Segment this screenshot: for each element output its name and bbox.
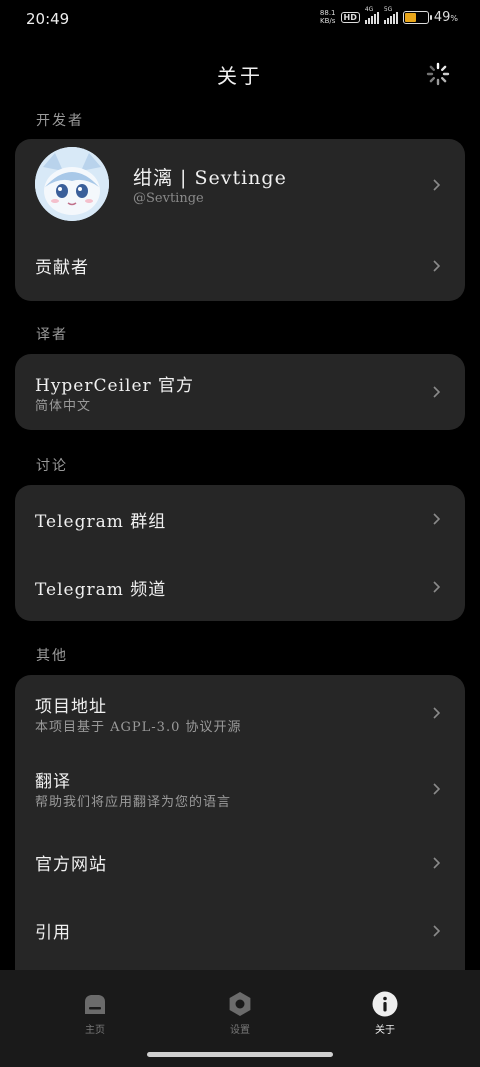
nav-item-about[interactable]: 关于 xyxy=(355,990,415,1036)
contributors-label: 贡献者 xyxy=(35,258,89,278)
section-header-developer: 开发者 xyxy=(36,113,84,129)
other-card: 项目地址 本项目基于 AGPL-3.0 协议开源 翻译 帮助我们将应用翻译为您的… xyxy=(15,675,465,985)
battery-percent-symbol: % xyxy=(450,13,458,23)
chevron-right-icon xyxy=(433,581,441,593)
home-icon xyxy=(85,995,105,1014)
chevron-right-icon xyxy=(433,179,441,191)
project-address-title: 项目地址 xyxy=(35,697,107,717)
chevron-right-icon xyxy=(433,260,441,272)
network-speed-unit: KB/s xyxy=(320,17,336,25)
developer-profile-row[interactable]: 绀漓 | Sevtinge @Sevtinge xyxy=(15,139,465,231)
app-header: 关于 xyxy=(0,52,480,96)
chevron-right-icon xyxy=(433,513,441,525)
telegram-channel-label: Telegram 频道 xyxy=(35,580,167,600)
battery-percent: 49% xyxy=(434,10,458,25)
settings-icon xyxy=(229,992,251,1016)
network-speed: 88.1 KB/s xyxy=(320,9,336,25)
nav-item-home[interactable]: 主页 xyxy=(65,990,125,1036)
page-title: 关于 xyxy=(217,64,263,88)
translation-row[interactable]: 翻译 帮助我们将应用翻译为您的语言 xyxy=(15,751,465,829)
status-icons: 88.1 KB/s HD 4G 5G 49% xyxy=(320,6,458,26)
references-label: 引用 xyxy=(35,923,71,943)
translator-subtitle: 简体中文 xyxy=(35,399,92,414)
developer-handle: @Sevtinge xyxy=(133,191,204,206)
battery-icon xyxy=(402,10,432,24)
section-header-discussion: 讨论 xyxy=(36,458,68,474)
references-row[interactable]: 引用 xyxy=(15,897,465,965)
battery-percent-value: 49 xyxy=(433,9,451,25)
signal-icon: 4G xyxy=(364,6,379,24)
hd-voice-icon: HD xyxy=(340,11,360,23)
section-header-translator: 译者 xyxy=(36,327,68,343)
status-bar: 20:49 88.1 KB/s HD 4G 5G 49% xyxy=(0,0,480,38)
nav-item-settings[interactable]: 设置 xyxy=(210,990,270,1036)
discussion-card: Telegram 群组 Telegram 频道 xyxy=(15,485,465,621)
project-address-row[interactable]: 项目地址 本项目基于 AGPL-3.0 协议开源 xyxy=(15,675,465,751)
status-time: 20:49 xyxy=(26,10,70,28)
contributors-row[interactable]: 贡献者 xyxy=(15,231,465,301)
telegram-group-row[interactable]: Telegram 群组 xyxy=(15,485,465,553)
network-speed-value: 88.1 xyxy=(319,9,336,17)
section-header-other: 其他 xyxy=(36,648,68,664)
avatar xyxy=(35,147,109,221)
official-website-row[interactable]: 官方网站 xyxy=(15,829,465,897)
chevron-right-icon xyxy=(433,857,441,869)
translator-row[interactable]: HyperCeiler 官方 简体中文 xyxy=(15,354,465,430)
translator-card: HyperCeiler 官方 简体中文 xyxy=(15,354,465,430)
developer-card: 绀漓 | Sevtinge @Sevtinge 贡献者 xyxy=(15,139,465,301)
project-address-subtitle: 本项目基于 AGPL-3.0 协议开源 xyxy=(35,720,242,735)
nav-label-settings: 设置 xyxy=(230,1025,250,1036)
chevron-right-icon xyxy=(433,925,441,937)
chevron-right-icon xyxy=(433,783,441,795)
info-icon xyxy=(372,991,398,1017)
signal-type-label-secondary: 5G xyxy=(383,5,393,13)
nav-label-home: 主页 xyxy=(85,1025,105,1036)
official-website-label: 官方网站 xyxy=(35,855,107,875)
telegram-channel-row[interactable]: Telegram 频道 xyxy=(15,553,465,621)
telegram-group-label: Telegram 群组 xyxy=(35,512,167,532)
translator-title: HyperCeiler 官方 xyxy=(35,376,195,396)
chevron-right-icon xyxy=(433,386,441,398)
home-indicator xyxy=(147,1052,333,1057)
developer-name: 绀漓 | Sevtinge xyxy=(133,167,287,189)
nav-label-about: 关于 xyxy=(375,1025,395,1036)
signal-type-label: 4G xyxy=(364,5,374,13)
chevron-right-icon xyxy=(433,707,441,719)
translation-title: 翻译 xyxy=(35,772,71,792)
signal-icon-secondary: 5G xyxy=(383,6,398,24)
loading-spinner-icon[interactable] xyxy=(426,62,450,86)
battery-level-fill xyxy=(404,12,416,22)
translation-subtitle: 帮助我们将应用翻译为您的语言 xyxy=(35,795,232,810)
